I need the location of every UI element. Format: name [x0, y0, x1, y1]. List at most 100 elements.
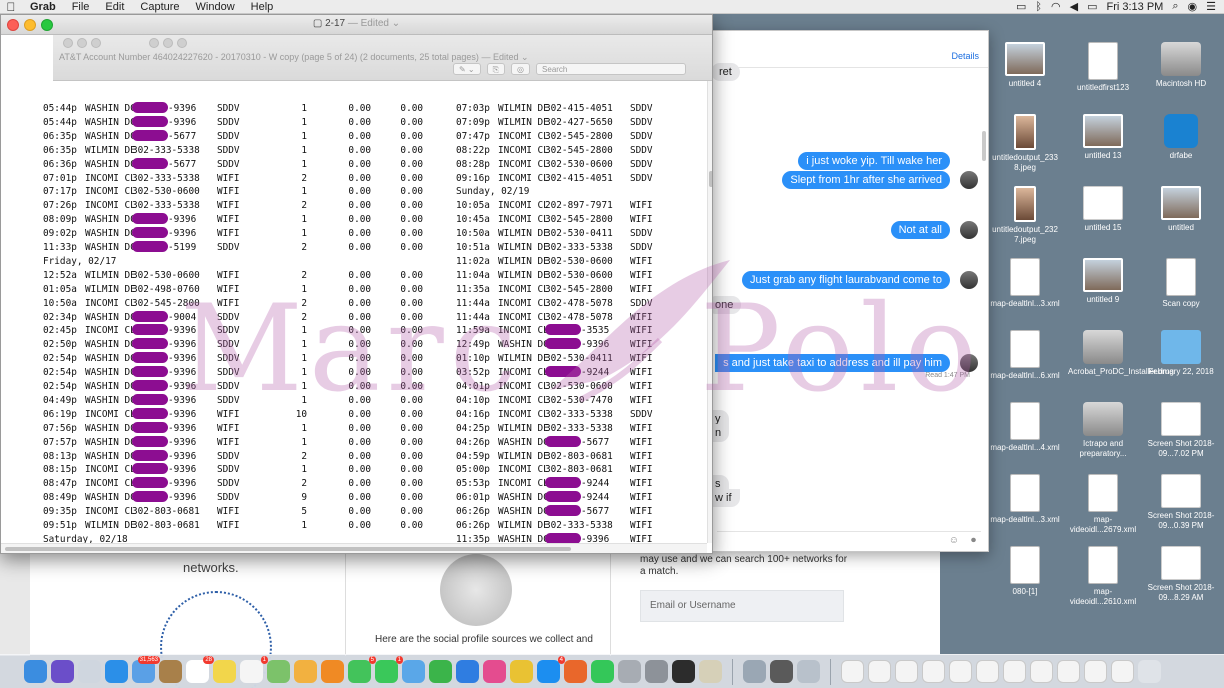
desktop-icon[interactable]: untitled	[1146, 186, 1216, 233]
dock-app-finder-icon[interactable]	[24, 660, 47, 683]
dock-stack-item-icon[interactable]	[1030, 660, 1053, 683]
dock-stack-item-icon[interactable]	[922, 660, 945, 683]
desktop-icon[interactable]: Scan copy	[1146, 258, 1216, 309]
desktop-icon[interactable]: untitled 9	[1068, 258, 1138, 305]
desktop-icon[interactable]: untitled 15	[1068, 186, 1138, 233]
volume-icon[interactable]: ◀︎	[1070, 0, 1078, 13]
dock-app-settings-icon[interactable]	[645, 660, 668, 683]
clock[interactable]: Fri 3:13 PM	[1106, 1, 1163, 13]
airplay-icon[interactable]: ▭	[1016, 0, 1026, 13]
inner-zoom-button[interactable]	[177, 38, 187, 48]
emoji-icon[interactable]: ☺	[949, 535, 959, 546]
desktop-icon[interactable]: map-videoidl...2679.xml	[1068, 474, 1138, 535]
desktop-icon[interactable]: Screen Shot 2018-09...0.39 PM	[1146, 474, 1216, 531]
dock-app-chrome-icon[interactable]	[510, 660, 533, 683]
desktop-icon[interactable]: Ictrapo and preparatory...	[1068, 402, 1138, 459]
dock-app-safari-icon[interactable]	[105, 660, 128, 683]
desktop-icon[interactable]: Screen Shot 2018-09...7.02 PM	[1146, 402, 1216, 459]
dock-app-xcode-icon[interactable]	[797, 660, 820, 683]
dock-app-notes-brown-icon[interactable]	[159, 660, 182, 683]
markup-pen-icon[interactable]: ✎ ⌄	[453, 63, 481, 75]
trash-icon[interactable]	[1138, 660, 1161, 683]
apple-menu-icon[interactable]: 	[0, 0, 22, 14]
inner-minimize-button[interactable]	[163, 38, 173, 48]
dock-stack-item-icon[interactable]	[841, 660, 864, 683]
dock-app-image-capture-icon[interactable]	[743, 660, 766, 683]
wifi-icon[interactable]: ◠	[1051, 0, 1061, 13]
dock-app-launchpad-icon[interactable]	[78, 660, 101, 683]
dock-app-itunes-icon[interactable]	[483, 660, 506, 683]
menu-edit[interactable]: Edit	[97, 1, 132, 13]
dock-app-photos-icon[interactable]	[294, 660, 317, 683]
inner-close-button[interactable]	[149, 38, 159, 48]
dock-app-siri-icon[interactable]	[51, 660, 74, 683]
dock-app-v-icon[interactable]	[770, 660, 793, 683]
search-input[interactable]: Search	[536, 63, 687, 75]
dock-stack-item-icon[interactable]	[868, 660, 891, 683]
horizontal-scrollbar[interactable]	[1, 543, 707, 553]
desktop-icon[interactable]: untitled 4	[990, 42, 1060, 89]
dock-app-messages-icon[interactable]: 5	[348, 656, 376, 683]
dock-stack-item-icon[interactable]	[1084, 660, 1107, 683]
desktop-icon[interactable]: map-dealtlnl...3.xml	[990, 474, 1060, 525]
desktop-icon[interactable]: untitledoutput_233 8.jpeg	[990, 114, 1060, 173]
desktop-icon[interactable]: map-dealtlnl...4.xml	[990, 402, 1060, 453]
dock-app-books-icon[interactable]	[321, 660, 344, 683]
dock-app-calendar-icon[interactable]: 28	[186, 656, 214, 683]
desktop-icon[interactable]: map-videoidl...2610.xml	[1068, 546, 1138, 607]
desktop-icon[interactable]: map-dealtlnl...6.xml	[990, 330, 1060, 381]
message-input[interactable]: ☺ ⏺	[717, 531, 981, 549]
dock-stack-item-icon[interactable]	[1003, 660, 1026, 683]
desktop-icon[interactable]: drfabe	[1146, 114, 1216, 161]
dock-app-keynote-icon[interactable]	[456, 660, 479, 683]
dock-app-tools-icon[interactable]	[618, 660, 641, 683]
microphone-icon[interactable]: ⏺	[971, 535, 976, 546]
notification-center-icon[interactable]: ☰	[1206, 0, 1216, 13]
share-icon[interactable]: ⎘	[486, 63, 506, 75]
dock-app-firefox-icon[interactable]	[564, 660, 587, 683]
desktop-icon[interactable]: untitled 13	[1068, 114, 1138, 161]
desktop-icon[interactable]: untitledoutput_232 7.jpeg	[990, 186, 1060, 245]
battery-icon[interactable]: ▭	[1087, 0, 1097, 13]
bluetooth-icon[interactable]: ᛒ	[1035, 1, 1042, 13]
dock-app-preview-icon[interactable]	[402, 660, 425, 683]
menu-file[interactable]: File	[64, 1, 98, 13]
dock-app-mail-icon[interactable]: 31,563	[132, 656, 160, 683]
inner-edited-indicator[interactable]: — Edited ⌄	[481, 52, 528, 62]
desktop-icon[interactable]: Acrobat_ProDC_Installer.dmg	[1068, 330, 1174, 377]
siri-icon[interactable]: ◉	[1188, 0, 1198, 13]
inner-minimize-button[interactable]	[77, 38, 87, 48]
scrollbar-thumb[interactable]	[5, 547, 571, 551]
annotate-icon[interactable]: ◎	[511, 63, 531, 75]
dock-stack-item-icon[interactable]	[1111, 660, 1134, 683]
scrollbar[interactable]	[982, 131, 986, 161]
dock-stack-item-icon[interactable]	[895, 660, 918, 683]
menu-capture[interactable]: Capture	[132, 1, 187, 13]
email-field[interactable]: Email or Username	[640, 590, 844, 622]
menu-app-name[interactable]: Grab	[22, 1, 64, 13]
desktop-icon[interactable]: February 22, 2018	[1146, 330, 1216, 377]
menu-window[interactable]: Window	[188, 1, 243, 13]
dock-stack-item-icon[interactable]	[949, 660, 972, 683]
menu-help[interactable]: Help	[243, 1, 282, 13]
dock-app-activity-monitor-icon[interactable]	[672, 660, 695, 683]
vertical-scrollbar[interactable]	[707, 81, 712, 543]
dock-app-app-store-icon[interactable]: 4	[537, 656, 565, 683]
desktop-icon[interactable]: 080-[1]	[990, 546, 1060, 597]
desktop-icon[interactable]: untitledfirst123	[1068, 42, 1138, 93]
dock-app-whatsapp-icon[interactable]	[591, 660, 614, 683]
dock-app-script-icon[interactable]	[699, 660, 722, 683]
dock-app-reminders-icon[interactable]: 1	[240, 656, 268, 683]
dock-app-numbers-icon[interactable]	[429, 660, 452, 683]
edited-indicator[interactable]: — Edited ⌄	[348, 18, 400, 29]
dock-app-stickies-icon[interactable]	[213, 660, 236, 683]
dock-stack-item-icon[interactable]	[976, 660, 999, 683]
inner-close-button[interactable]	[63, 38, 73, 48]
dock-stack-item-icon[interactable]	[1057, 660, 1080, 683]
inner-zoom-button[interactable]	[91, 38, 101, 48]
desktop-icon[interactable]: Screen Shot 2018-09...8.29 AM	[1146, 546, 1216, 603]
desktop-icon[interactable]: Macintosh HD	[1146, 42, 1216, 89]
spotlight-icon[interactable]: ⌕	[1172, 0, 1178, 13]
dock-app-maps-icon[interactable]	[267, 660, 290, 683]
details-button[interactable]: Details	[951, 51, 979, 61]
